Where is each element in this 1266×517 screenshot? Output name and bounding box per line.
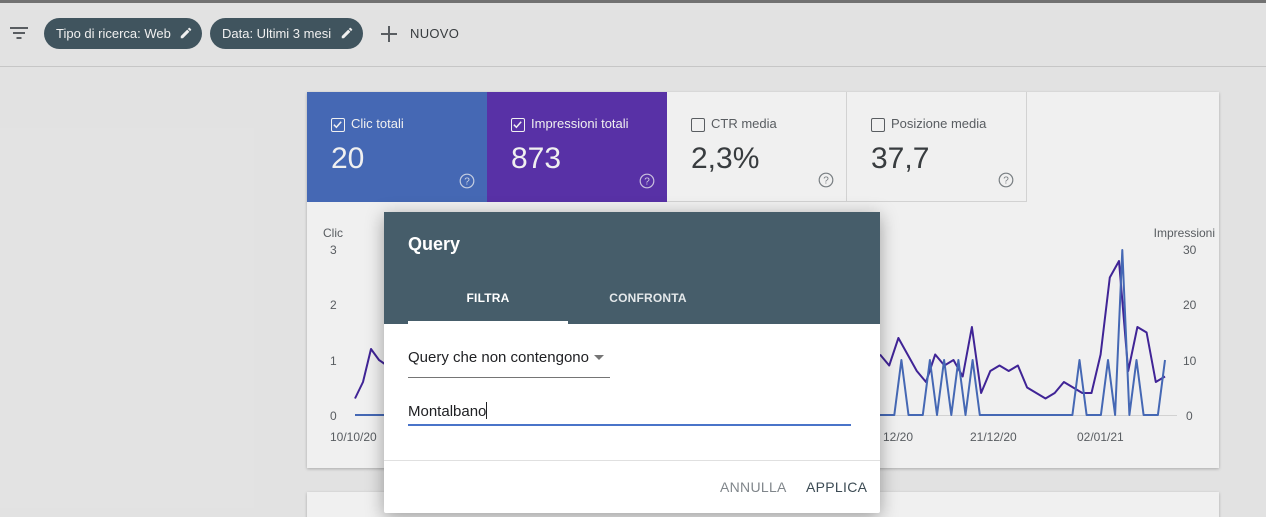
tab-filter[interactable]: FILTRA bbox=[408, 291, 568, 305]
query-condition-select[interactable]: Query che non contengono bbox=[408, 345, 610, 378]
dialog-divider bbox=[384, 460, 880, 461]
apply-button[interactable]: APPLICA bbox=[806, 479, 867, 495]
select-value: Query che non contengono bbox=[408, 349, 589, 366]
text-cursor bbox=[486, 402, 488, 419]
query-text-input[interactable]: Montalbano bbox=[408, 398, 851, 426]
cancel-button[interactable]: ANNULLA bbox=[720, 479, 787, 495]
active-tab-indicator bbox=[408, 321, 568, 324]
tab-compare[interactable]: CONFRONTA bbox=[568, 291, 728, 305]
query-filter-dialog: Query FILTRA CONFRONTA Query che non con… bbox=[384, 212, 880, 513]
input-value: Montalbano bbox=[408, 403, 487, 420]
dialog-header: Query FILTRA CONFRONTA bbox=[384, 212, 880, 324]
dropdown-arrow-icon bbox=[594, 355, 604, 360]
dialog-title: Query bbox=[408, 234, 461, 254]
